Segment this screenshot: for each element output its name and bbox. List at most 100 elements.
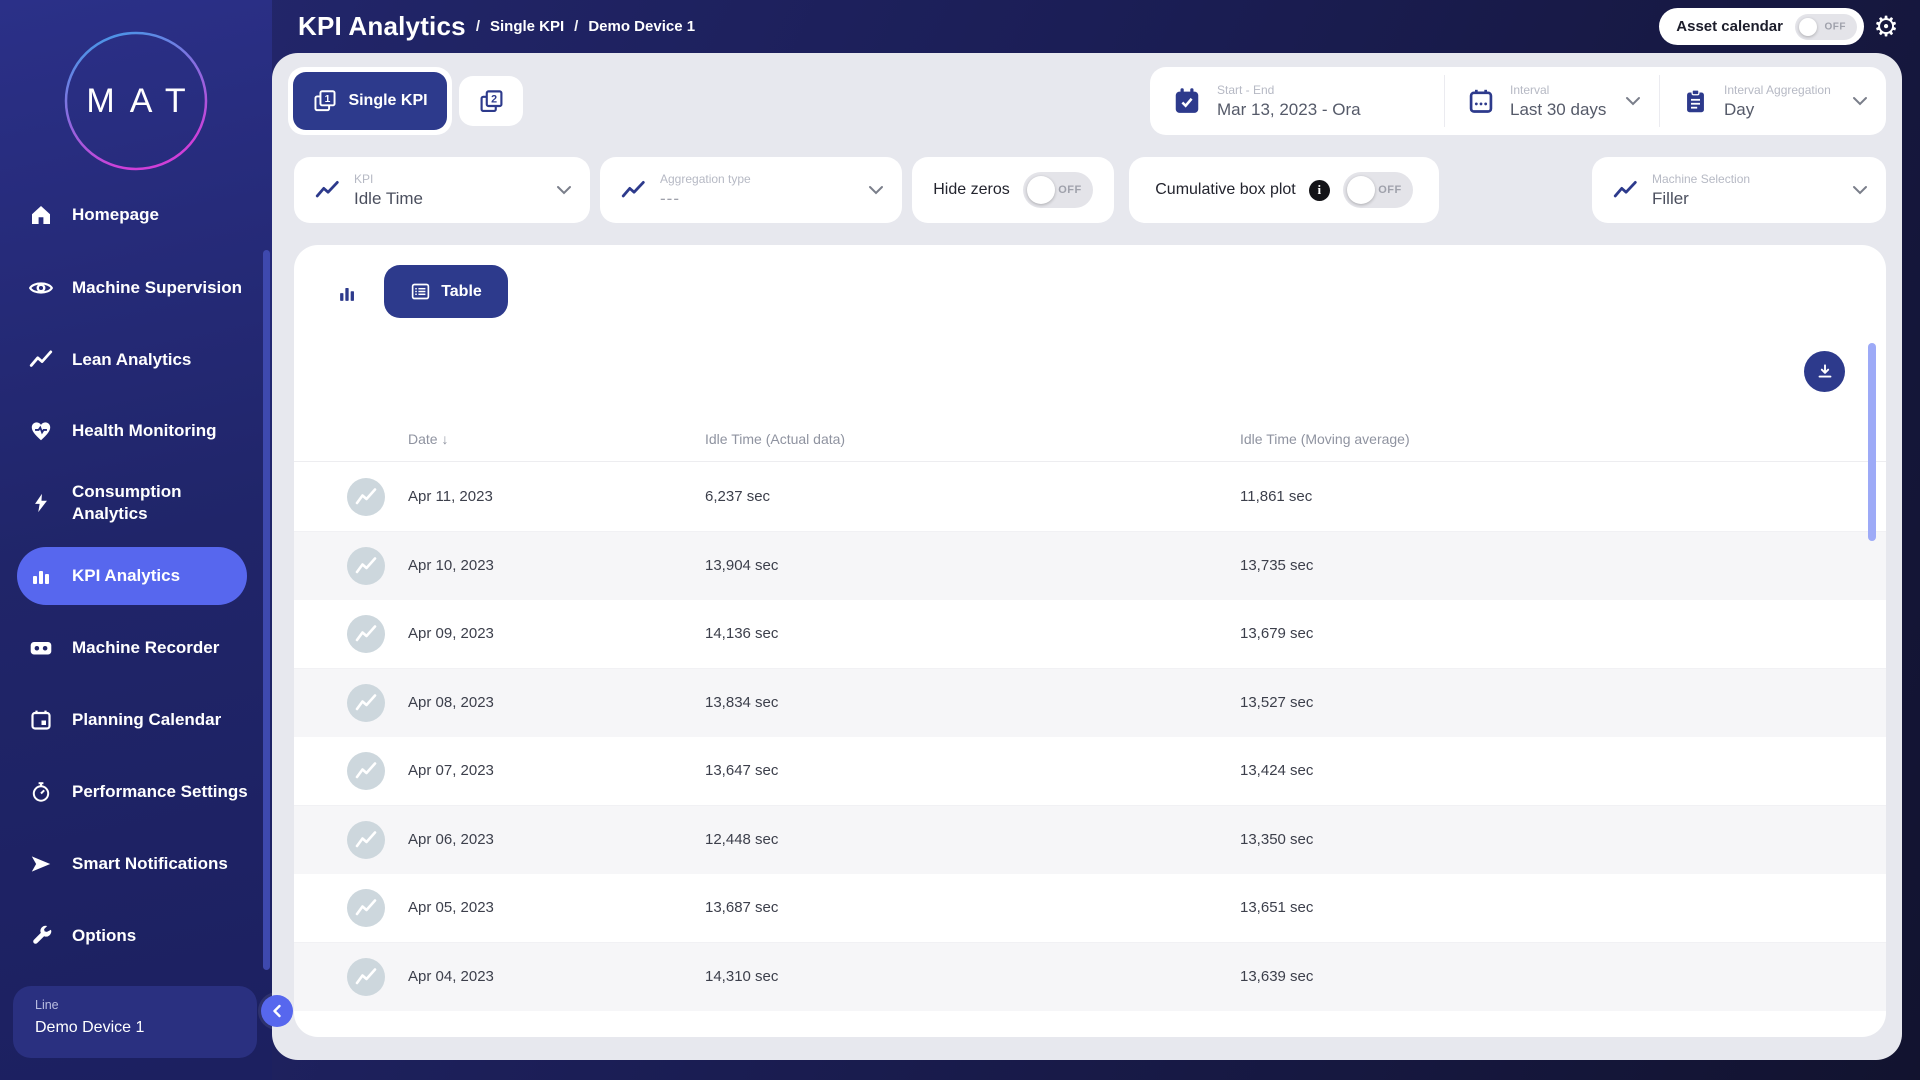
table-card: Table Date ↓ Idle Time (Actual data) Idl… [294, 245, 1886, 1037]
cell-actual: 14,136 sec [705, 600, 778, 669]
sidebar-item-planning-calendar[interactable]: Planning Calendar [0, 694, 272, 746]
row-avatar [347, 889, 385, 927]
cell-date: Apr 09, 2023 [408, 600, 494, 669]
cell-date: Apr 07, 2023 [408, 737, 494, 806]
table-view-label: Table [441, 283, 482, 301]
table-row: Apr 04, 2023 14,310 sec 13,639 sec [294, 943, 1886, 1012]
table-row: Apr 07, 2023 13,647 sec 13,424 sec [294, 737, 1886, 806]
multi-kpi-button[interactable]: 2 [459, 76, 523, 126]
sidebar-item-label: Planning Calendar [72, 709, 250, 731]
aggregation-type-value: --- [660, 189, 751, 209]
date-range-label: Start - End [1217, 83, 1361, 97]
sidebar-item-label: Consumption Analytics [72, 481, 250, 525]
aggregation-line-icon [620, 177, 646, 203]
toggle-knob [1347, 176, 1375, 204]
cell-actual: 13,687 sec [705, 874, 778, 943]
stopwatch-icon [28, 779, 54, 805]
sidebar-collapse-button[interactable] [261, 995, 293, 1027]
table-view-icon [410, 281, 431, 302]
chevron-down-icon [1852, 96, 1868, 106]
sidebar-item-label: Machine Supervision [72, 277, 250, 299]
table-row: Apr 10, 2023 13,904 sec 13,735 sec [294, 532, 1886, 601]
date-range-value: Mar 13, 2023 - Ora [1217, 100, 1361, 120]
eye-icon [28, 275, 54, 301]
settings-gear-icon[interactable]: ⚙ [1868, 6, 1904, 46]
sort-desc-icon: ↓ [441, 431, 448, 447]
sidebar-item-label: Smart Notifications [72, 853, 250, 875]
cell-moving: 13,424 sec [1240, 737, 1313, 806]
column-header-date[interactable]: Date ↓ [408, 431, 448, 447]
wrench-icon [28, 923, 54, 949]
machine-selection-value: Filler [1652, 189, 1750, 209]
cell-date: Apr 11, 2023 [408, 463, 493, 532]
breadcrumb-separator: / [574, 18, 578, 35]
table-scrollbar[interactable] [1868, 343, 1876, 541]
info-icon[interactable]: i [1309, 180, 1330, 201]
cell-moving: 11,861 sec [1240, 463, 1312, 532]
interval-selector[interactable]: Interval Last 30 days [1445, 67, 1659, 135]
sidebar-item-machine-recorder[interactable]: Machine Recorder [0, 631, 272, 665]
device-type-label: Line [35, 998, 235, 1012]
multi-kpi-icon: 2 [478, 88, 505, 115]
interval-aggregation-selector[interactable]: Interval Aggregation Day [1660, 67, 1886, 135]
cell-moving: 13,651 sec [1240, 874, 1313, 943]
single-kpi-button[interactable]: 1 Single KPI [293, 72, 447, 130]
sidebar-item-kpi-analytics[interactable]: KPI Analytics [17, 547, 247, 605]
toggle-knob [1027, 176, 1055, 204]
cumulative-box-plot-toggle[interactable]: OFF [1343, 172, 1413, 208]
row-avatar [347, 478, 385, 516]
sidebar-item-options[interactable]: Options [0, 919, 272, 953]
download-button[interactable] [1804, 351, 1845, 392]
chart-view-button[interactable] [330, 277, 364, 311]
column-header-moving: Idle Time (Moving average) [1240, 431, 1410, 447]
download-icon [1815, 362, 1835, 382]
table-view-button[interactable]: Table [384, 265, 508, 318]
column-header-actual: Idle Time (Actual data) [705, 431, 845, 447]
breadcrumb-separator: / [476, 18, 480, 35]
sidebar-item-consumption-analytics[interactable]: Consumption Analytics [0, 477, 272, 529]
aggregation-type-selector[interactable]: Aggregation type --- [600, 157, 902, 223]
cell-moving: 13,679 sec [1240, 600, 1313, 669]
breadcrumb-demo-device[interactable]: Demo Device 1 [588, 18, 695, 35]
home-icon [28, 202, 54, 228]
cell-actual: 12,448 sec [705, 806, 778, 875]
aggregation-type-label: Aggregation type [660, 172, 751, 186]
sidebar-item-smart-notifications[interactable]: Smart Notifications [0, 838, 272, 890]
cell-actual: 13,904 sec [705, 532, 778, 601]
svg-text:1: 1 [325, 94, 331, 105]
kpi-selector[interactable]: KPI Idle Time [294, 157, 590, 223]
asset-calendar-label: Asset calendar [1676, 18, 1783, 35]
svg-text:2: 2 [491, 93, 497, 105]
row-avatar [347, 821, 385, 859]
sidebar-item-health-monitoring[interactable]: Health Monitoring [0, 414, 272, 448]
interval-aggregation-label: Interval Aggregation [1724, 83, 1831, 97]
sidebar-item-lean-analytics[interactable]: Lean Analytics [0, 343, 272, 377]
sidebar-item-label: Performance Settings [72, 781, 250, 803]
sidebar-scrollbar[interactable] [263, 250, 270, 970]
main-panel: 1 Single KPI 2 Start - End Mar 13, 2023 … [272, 53, 1902, 1060]
asset-calendar-toggle[interactable]: OFF [1795, 14, 1857, 40]
sidebar-item-homepage[interactable]: Homepage [0, 198, 272, 232]
kpi-line-icon [314, 177, 340, 203]
sidebar-item-label: Machine Recorder [72, 637, 250, 659]
date-range-selector[interactable]: Start - End Mar 13, 2023 - Ora [1150, 67, 1444, 135]
hide-zeros-toggle[interactable]: OFF [1023, 172, 1093, 208]
clipboard-icon [1682, 88, 1709, 115]
table-row: Apr 08, 2023 13,834 sec 13,527 sec [294, 669, 1886, 738]
bolt-icon [28, 490, 54, 516]
cell-actual: 14,310 sec [705, 943, 778, 1012]
asset-calendar-pill[interactable]: Asset calendar OFF [1659, 8, 1864, 45]
trend-line-icon [28, 347, 54, 373]
table-header-row: Date ↓ Idle Time (Actual data) Idle Time… [294, 417, 1886, 462]
breadcrumb-single-kpi[interactable]: Single KPI [490, 18, 564, 35]
sidebar-item-machine-supervision[interactable]: Machine Supervision [0, 262, 272, 314]
breadcrumb: KPI Analytics / Single KPI / Demo Device… [298, 0, 695, 53]
table-row: Apr 11, 2023 6,237 sec 11,861 sec [294, 463, 1886, 532]
kpi-mode-card: 1 Single KPI [288, 67, 452, 135]
logo-text: MAT [64, 31, 208, 171]
sidebar: MAT Homepage Machine Supervision Lean An… [0, 0, 272, 1080]
sidebar-item-performance-settings[interactable]: Performance Settings [0, 766, 272, 818]
send-icon [28, 851, 54, 877]
machine-selection-selector[interactable]: Machine Selection Filler [1592, 157, 1886, 223]
chevron-down-icon [556, 185, 572, 195]
